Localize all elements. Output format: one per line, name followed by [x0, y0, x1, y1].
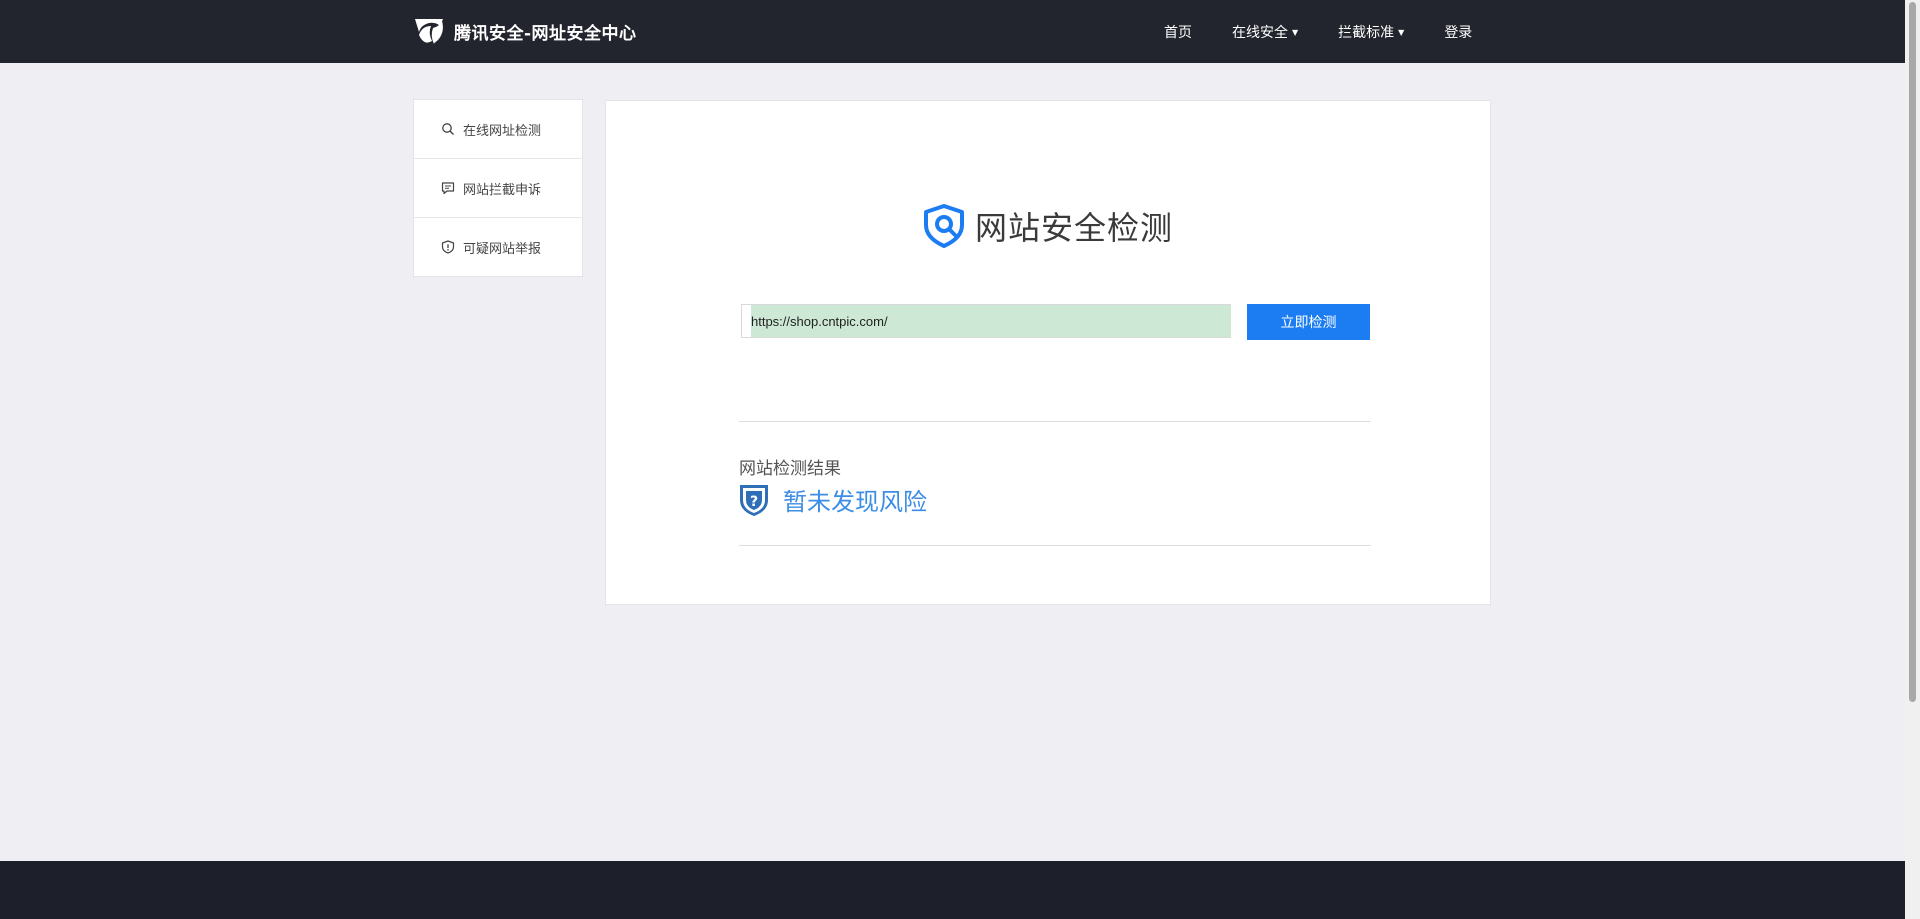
top-navbar: 腾讯安全-网址安全中心 首页 在线安全 ▼ 拦截标准 ▼ 登录 [0, 0, 1905, 63]
tencent-security-logo-icon [415, 19, 443, 44]
divider [739, 421, 1371, 422]
result-status: ? 暂未发现风险 [739, 482, 927, 517]
nav-login-label: 登录 [1444, 25, 1473, 41]
page-title-text: 网站安全检测 [975, 209, 1174, 247]
caret-down-icon: ▼ [1292, 27, 1299, 37]
footer [0, 861, 1905, 919]
search-icon [442, 123, 454, 135]
brand-name: 腾讯安全-网址安全中心 [454, 23, 637, 44]
message-icon [441, 182, 455, 195]
sidebar-item-label: 可疑网站举报 [463, 241, 542, 257]
main-nav: 首页 在线安全 ▼ 拦截标准 ▼ 登录 [1164, 22, 1472, 42]
url-input[interactable] [751, 305, 1231, 337]
brand-logo[interactable]: 腾讯安全-网址安全中心 [412, 14, 637, 48]
shield-question-icon: ? [740, 484, 768, 516]
result-label: 网站检测结果 [739, 459, 841, 479]
nav-online-security[interactable]: 在线安全 ▼ [1232, 22, 1298, 42]
sidebar-item-block-appeal[interactable]: 网站拦截申诉 [414, 159, 582, 218]
divider [739, 545, 1371, 546]
shield-search-icon [924, 204, 964, 248]
caret-down-icon: ▼ [1398, 27, 1405, 37]
nav-block-standard[interactable]: 拦截标准 ▼ [1338, 22, 1404, 42]
nav-online-security-label: 在线安全 [1232, 25, 1288, 41]
nav-login[interactable]: 登录 [1444, 22, 1472, 42]
sidebar-item-label: 在线网址检测 [463, 123, 542, 139]
sidebar-item-report-suspicious[interactable]: 可疑网站举报 [414, 218, 582, 276]
page-scrollbar[interactable] [1905, 0, 1920, 919]
sidebar-item-label: 网站拦截申诉 [463, 182, 542, 198]
nav-block-standard-label: 拦截标准 [1338, 25, 1395, 41]
scrollbar-thumb[interactable] [1909, 2, 1916, 702]
nav-home[interactable]: 首页 [1164, 22, 1192, 42]
page-title: 网站安全检测 [921, 203, 1173, 249]
sidebar: 在线网址检测 网站拦截申诉 可疑网站举报 [413, 99, 583, 277]
url-input-wrapper [741, 304, 1231, 338]
svg-text:?: ? [750, 494, 758, 510]
shield-alert-icon [441, 240, 455, 254]
result-status-text: 暂未发现风险 [783, 488, 927, 516]
sidebar-item-url-check[interactable]: 在线网址检测 [414, 100, 582, 159]
check-now-button[interactable]: 立即检测 [1247, 304, 1370, 340]
main-panel: 网站安全检测 立即检测 网站检测结果 ? 暂未发现风险 [605, 100, 1491, 605]
nav-home-label: 首页 [1164, 25, 1192, 41]
